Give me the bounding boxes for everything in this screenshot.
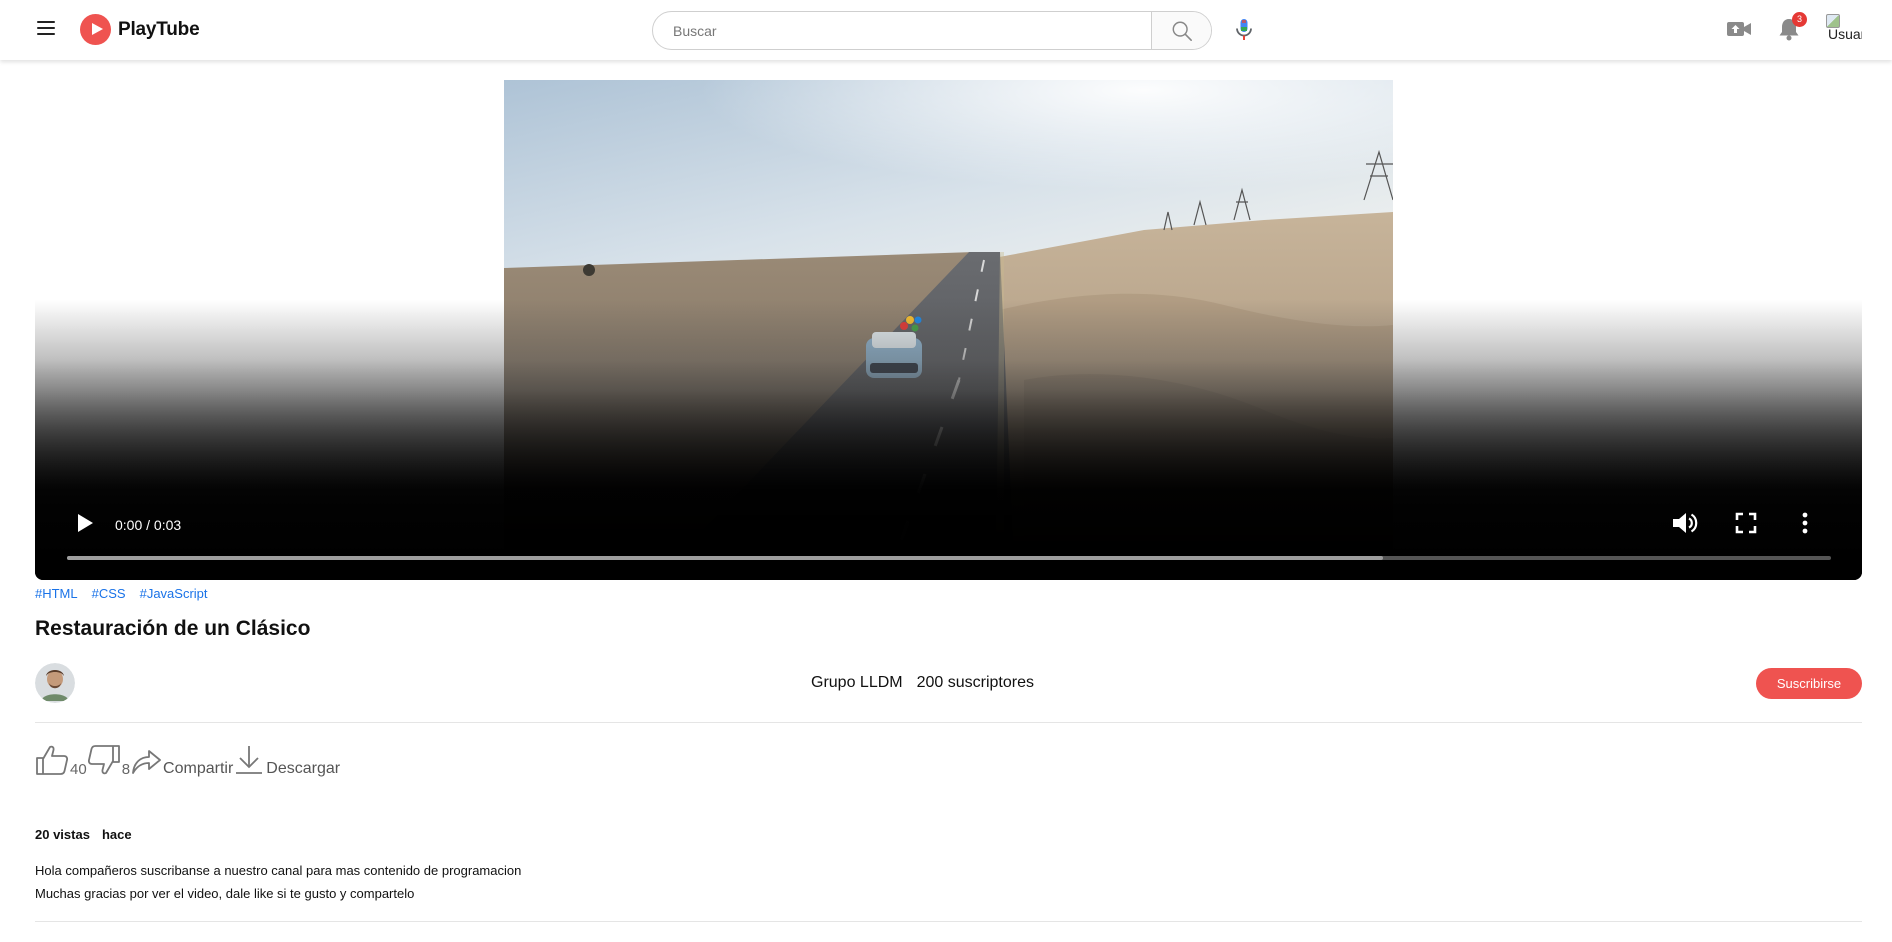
upload-video-icon — [1727, 22, 1751, 36]
hashtag-list: #HTML #CSS #JavaScript — [35, 586, 222, 601]
subscribe-button[interactable]: Suscribirse — [1756, 668, 1862, 699]
thumbs-down-icon — [87, 745, 120, 775]
fullscreen-icon — [1735, 512, 1757, 534]
microphone-icon — [1236, 19, 1252, 40]
play-icon — [78, 514, 93, 532]
search-button[interactable] — [1151, 12, 1211, 49]
channel-row: Grupo LLDM 200 suscriptores Suscribirse — [35, 663, 1862, 723]
channel-avatar[interactable] — [35, 663, 75, 703]
logo[interactable]: PlayTube — [80, 14, 200, 45]
channel-info: Grupo LLDM 200 suscriptores — [811, 674, 1034, 692]
hashtag-link[interactable]: #HTML — [35, 586, 78, 601]
hashtag-link[interactable]: #CSS — [92, 586, 126, 601]
video-title: Restauración de un Clásico — [35, 617, 311, 640]
dislike-count: 8 — [121, 761, 131, 778]
user-avatar[interactable]: Usuario — [1826, 14, 1862, 50]
search-bar — [652, 11, 1212, 50]
subscriber-count: 200 suscriptores — [916, 674, 1034, 691]
like-button[interactable]: 40 — [35, 744, 87, 778]
download-icon — [236, 746, 263, 774]
menu-icon[interactable] — [34, 18, 58, 42]
upload-video-button[interactable] — [1726, 16, 1752, 47]
description-line: Muchas gracias por ver el video, dale li… — [35, 886, 415, 901]
top-header: PlayTube 3 — [0, 0, 1892, 60]
play-logo-icon — [80, 14, 111, 45]
video-time: 0:00 / 0:03 — [115, 517, 182, 533]
avatar-alt-text: Usuario — [1828, 26, 1862, 42]
download-label: Descargar — [266, 760, 341, 777]
volume-button[interactable] — [1671, 511, 1699, 540]
video-progress-bar[interactable] — [67, 556, 1831, 560]
controls-gradient — [35, 360, 1862, 580]
hashtag-link[interactable]: #JavaScript — [140, 586, 208, 601]
voice-search-button[interactable] — [1232, 17, 1256, 43]
volume-icon — [1673, 513, 1698, 533]
more-options-button[interactable] — [1800, 512, 1810, 539]
share-icon — [132, 750, 161, 774]
more-vertical-icon — [1802, 512, 1808, 534]
video-stats: 20 vistas hace — [35, 827, 132, 842]
fullscreen-button[interactable] — [1735, 512, 1757, 539]
channel-name[interactable]: Grupo LLDM — [811, 674, 903, 691]
download-button[interactable]: Descargar — [233, 744, 341, 777]
video-description: Hola compañeros suscribanse a nuestro ca… — [35, 859, 521, 905]
share-button[interactable]: Compartir — [130, 746, 234, 777]
dislike-button[interactable]: 8 — [87, 744, 131, 778]
like-count: 40 — [70, 761, 87, 778]
action-bar: 40 8 Compartir Descargar — [35, 744, 341, 778]
description-divider — [35, 921, 1862, 922]
video-player[interactable]: 0:00 / 0:03 — [35, 80, 1862, 580]
upload-date: hace — [101, 827, 132, 842]
play-button[interactable] — [75, 512, 95, 539]
share-label: Compartir — [163, 760, 234, 777]
channel-avatar-image — [35, 663, 75, 703]
buffered-range — [67, 556, 1383, 560]
search-input[interactable] — [653, 12, 1151, 49]
notification-badge: 3 — [1792, 12, 1807, 27]
search-icon — [1172, 21, 1192, 41]
description-line: Hola compañeros suscribanse a nuestro ca… — [35, 863, 522, 878]
logo-text: PlayTube — [118, 18, 200, 40]
view-count: 20 vistas — [35, 827, 90, 842]
thumbs-up-icon — [36, 745, 69, 775]
